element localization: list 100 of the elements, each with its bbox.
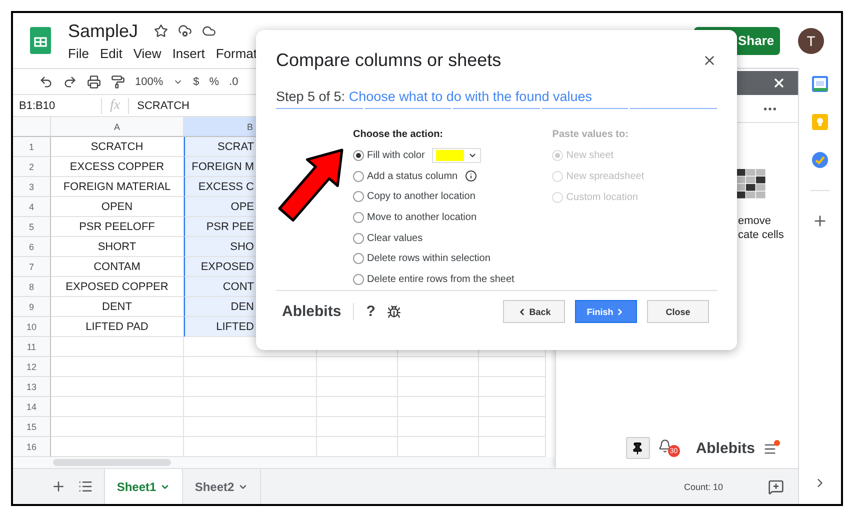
formula-field[interactable]: SCRATCH (129, 100, 190, 112)
table-cell: OPEN (51, 197, 184, 217)
row-number: 4 (13, 197, 51, 217)
bug-icon[interactable] (387, 304, 402, 318)
sheet-list-icon[interactable] (78, 479, 93, 494)
table-cell: EXPOSED COPPER (51, 277, 184, 297)
row-number: 7 (13, 257, 51, 277)
radio-button[interactable] (353, 170, 364, 182)
fx-label: fx (101, 98, 130, 114)
color-picker[interactable] (432, 148, 481, 163)
menu-item[interactable]: Edit (100, 46, 122, 60)
table-cell: FOREIGN MATERIAL (51, 177, 184, 197)
account-avatar[interactable]: T (798, 28, 824, 54)
row-number: 8 (13, 277, 51, 297)
cloud-icon[interactable] (202, 24, 216, 38)
grid-icon (736, 169, 766, 199)
percent-button[interactable]: % (209, 76, 220, 88)
step-title: Step 5 of 5: Choose what to do with the found values (276, 89, 593, 104)
row-number: 12 (13, 357, 51, 377)
star-icon[interactable] (154, 24, 168, 38)
add-sheet-icon[interactable] (51, 479, 66, 494)
redo-icon[interactable] (63, 74, 77, 88)
help-link[interactable]: ? (366, 303, 376, 320)
row-number: 13 (13, 377, 51, 397)
row-number: 11 (13, 337, 51, 357)
bell-icon[interactable] (658, 439, 672, 453)
radio-button[interactable] (353, 232, 364, 244)
section-heading: Choose the action: (353, 129, 444, 140)
zoom-select[interactable]: 100% (135, 76, 164, 88)
menu-item[interactable]: View (133, 46, 162, 60)
empty-cell (479, 417, 546, 437)
row-number: 15 (13, 417, 51, 437)
section-heading: Paste values to: (552, 129, 630, 140)
row-number: 9 (13, 297, 51, 317)
radio-button[interactable] (353, 274, 364, 286)
radio-button[interactable] (353, 253, 364, 264)
row-number: 5 (13, 217, 51, 237)
empty-cell (479, 357, 546, 377)
status-count: Count: 10 (684, 482, 723, 492)
tasks-icon[interactable] (812, 152, 828, 168)
close-button[interactable]: Close (647, 300, 709, 323)
name-box[interactable]: B1:B10 (13, 100, 93, 112)
option-label[interactable]: Add a status column (367, 170, 458, 182)
table-cell: CONTAM (51, 257, 184, 277)
ablebits-logo: Ablebits (696, 440, 755, 456)
row-number: 16 (13, 437, 51, 457)
column-header[interactable]: A (51, 117, 184, 137)
option-label[interactable]: Delete entire rows from the sheet (367, 274, 514, 286)
radio-button[interactable] (353, 150, 364, 161)
dialog-title: Compare columns or sheets (276, 50, 502, 71)
corner-cell[interactable] (13, 117, 51, 137)
document-title[interactable]: SampleJ (68, 20, 138, 42)
currency-button[interactable]: $ (193, 76, 200, 88)
row-number: 2 (13, 157, 51, 177)
pin-icon (631, 442, 644, 454)
table-cell: SHORT (51, 237, 184, 257)
pin-button[interactable] (626, 437, 650, 459)
scrollbar-thumb[interactable] (53, 459, 171, 466)
paint-format-icon[interactable] (111, 74, 125, 88)
menu-item[interactable]: Format (216, 46, 257, 60)
undo-icon[interactable] (39, 74, 53, 88)
table-cell: EXCESS COPPER (51, 157, 184, 177)
radio-button[interactable] (353, 212, 364, 224)
sheet-tab[interactable]: Sheet2 (183, 469, 261, 504)
empty-cell (479, 377, 546, 397)
menu-item[interactable]: File (68, 46, 89, 60)
table-cell: DENT (51, 297, 184, 317)
add-icon[interactable] (812, 213, 828, 229)
back-button[interactable]: Back (503, 300, 565, 323)
calendar-icon[interactable] (812, 76, 828, 92)
option-label[interactable]: Fill with color (367, 150, 425, 161)
close-icon[interactable] (702, 53, 717, 68)
menu-icon[interactable] (763, 442, 777, 456)
option-label[interactable]: Copy to another location (367, 191, 476, 202)
table-cell: PSR PEELOFF (51, 217, 184, 237)
option-label[interactable]: Move to another location (367, 212, 477, 224)
empty-cell (479, 397, 546, 417)
info-icon[interactable] (464, 170, 477, 182)
row-number: 1 (13, 137, 51, 157)
menu-item[interactable]: Insert (172, 46, 205, 60)
option-label[interactable]: Delete rows within selection (367, 253, 490, 264)
comment-icon[interactable] (768, 478, 784, 494)
row-number: 10 (13, 317, 51, 337)
finish-button[interactable]: Finish (575, 300, 637, 323)
row-number: 14 (13, 397, 51, 417)
print-icon[interactable] (87, 74, 101, 88)
radio-button[interactable] (353, 191, 364, 202)
ablebits-logo: Ablebits (276, 303, 354, 320)
row-number: 6 (13, 237, 51, 257)
decimal-button[interactable]: .0 (229, 76, 238, 88)
panel-text: cate cells (738, 229, 785, 241)
row-number: 3 (13, 177, 51, 197)
table-cell: SCRATCH (51, 137, 184, 157)
sheet-tab[interactable]: Sheet1 (105, 469, 183, 504)
table-cell: LIFTED PAD (51, 317, 184, 337)
panel-text: emove (738, 215, 772, 227)
sheets-logo-icon[interactable] (27, 27, 54, 54)
notification-dot (774, 440, 780, 446)
option-label[interactable]: Clear values (367, 232, 423, 244)
close-icon[interactable] (772, 76, 786, 90)
